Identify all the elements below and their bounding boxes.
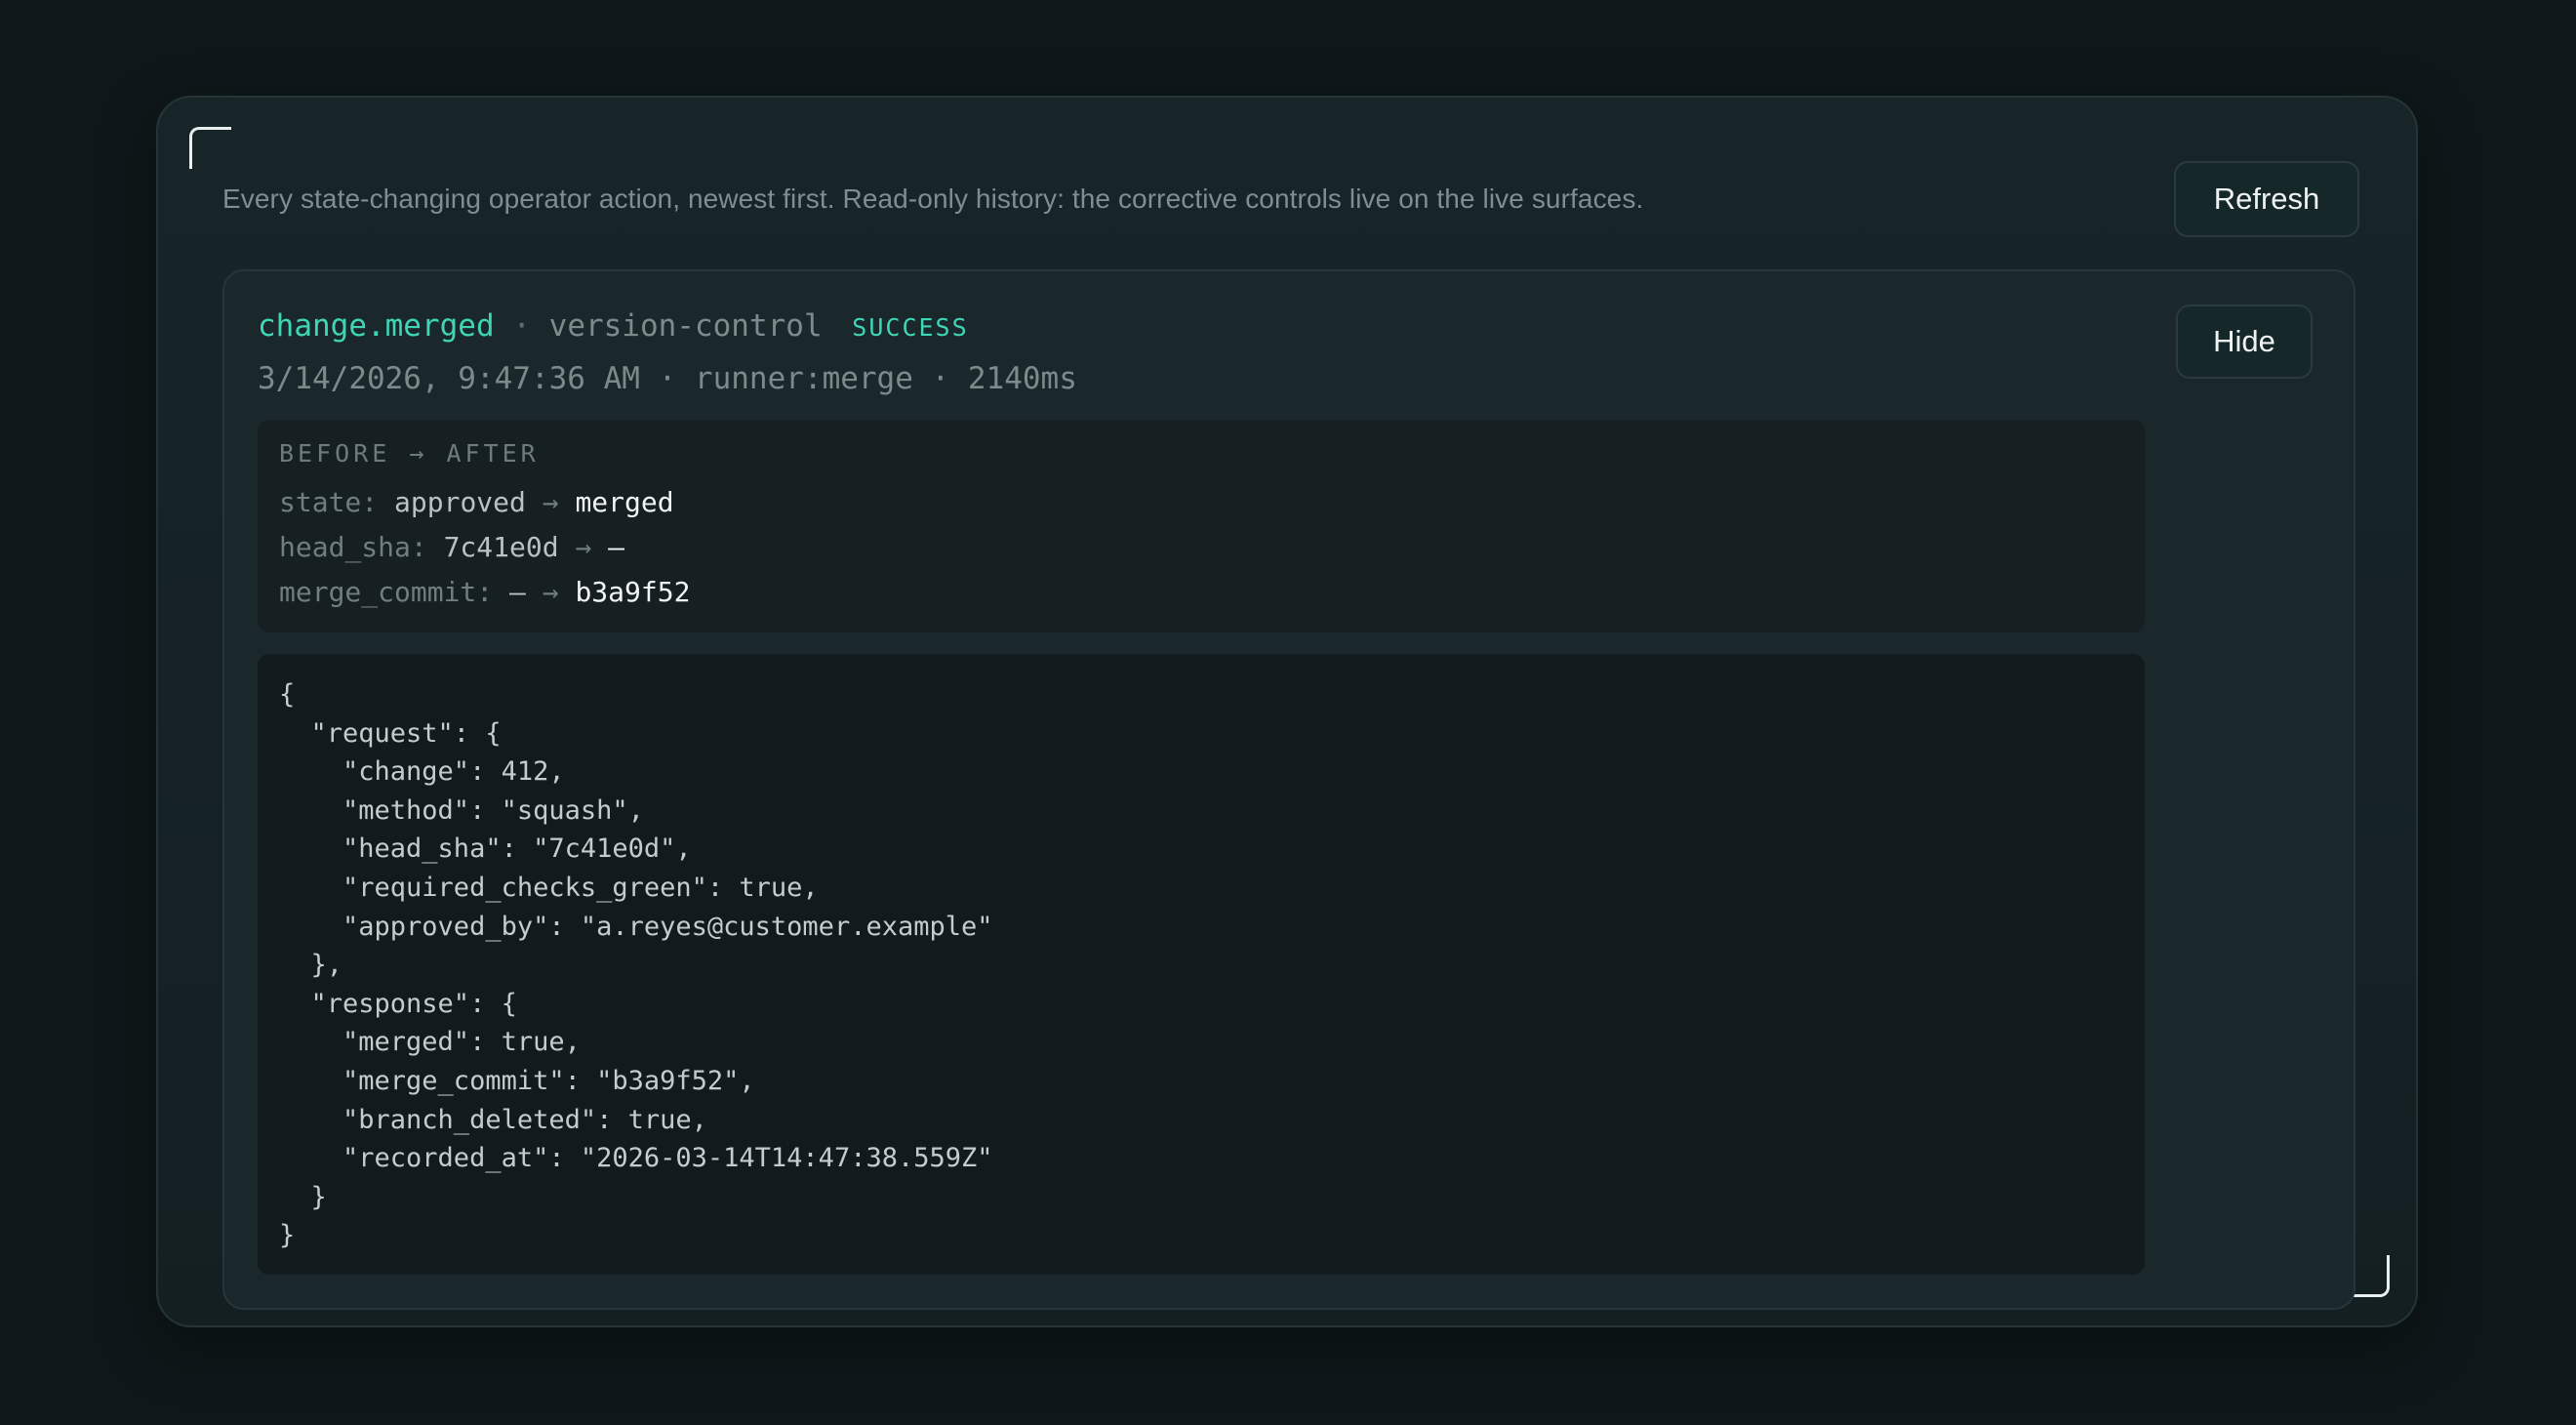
entry-meta: 3/14/2026, 9:47:36 AM · runner:merge · 2… xyxy=(258,361,1077,396)
arrow-right-icon: → xyxy=(542,486,559,518)
diff-row-state: state: approved → merged xyxy=(279,486,674,518)
status-badge: SUCCESS xyxy=(852,313,969,342)
diff-before: — xyxy=(509,576,526,608)
diff-before: approved xyxy=(394,486,526,518)
arrow-right-icon: → xyxy=(575,531,592,563)
diff-title: BEFORE → AFTER xyxy=(279,439,540,468)
diff-after: merged xyxy=(575,486,674,518)
refresh-button[interactable]: Refresh xyxy=(2174,161,2359,237)
entry-heading: change.merged · version-control SUCCESS xyxy=(258,308,969,344)
corner-bracket-top-left-icon xyxy=(189,127,231,169)
separator-dot: · xyxy=(512,308,531,344)
diff-row-head-sha: head_sha: 7c41e0d → — xyxy=(279,531,624,563)
audit-log-panel: Every state-changing operator action, ne… xyxy=(156,96,2418,1327)
diff-row-merge-commit: merge_commit: — → b3a9f52 xyxy=(279,576,690,608)
event-source: version-control xyxy=(548,308,823,344)
json-payload-block: { "request": { "change": 412, "method": … xyxy=(258,654,2145,1275)
diff-key: head_sha: xyxy=(279,531,427,563)
diff-after: b3a9f52 xyxy=(575,576,691,608)
diff-key: merge_commit: xyxy=(279,576,494,608)
panel-description: Every state-changing operator action, ne… xyxy=(222,183,1644,214)
diff-after: — xyxy=(608,531,625,563)
arrow-right-icon: → xyxy=(542,576,559,608)
diff-key: state: xyxy=(279,486,379,518)
before-after-diff: BEFORE → AFTER state: approved → merged … xyxy=(258,420,2145,632)
diff-before: 7c41e0d xyxy=(443,531,559,563)
event-name: change.merged xyxy=(258,308,495,344)
json-payload-text: { "request": { "change": 412, "method": … xyxy=(279,679,993,1251)
hide-button[interactable]: Hide xyxy=(2176,305,2313,379)
audit-entry-card: change.merged · version-control SUCCESS … xyxy=(222,269,2355,1310)
